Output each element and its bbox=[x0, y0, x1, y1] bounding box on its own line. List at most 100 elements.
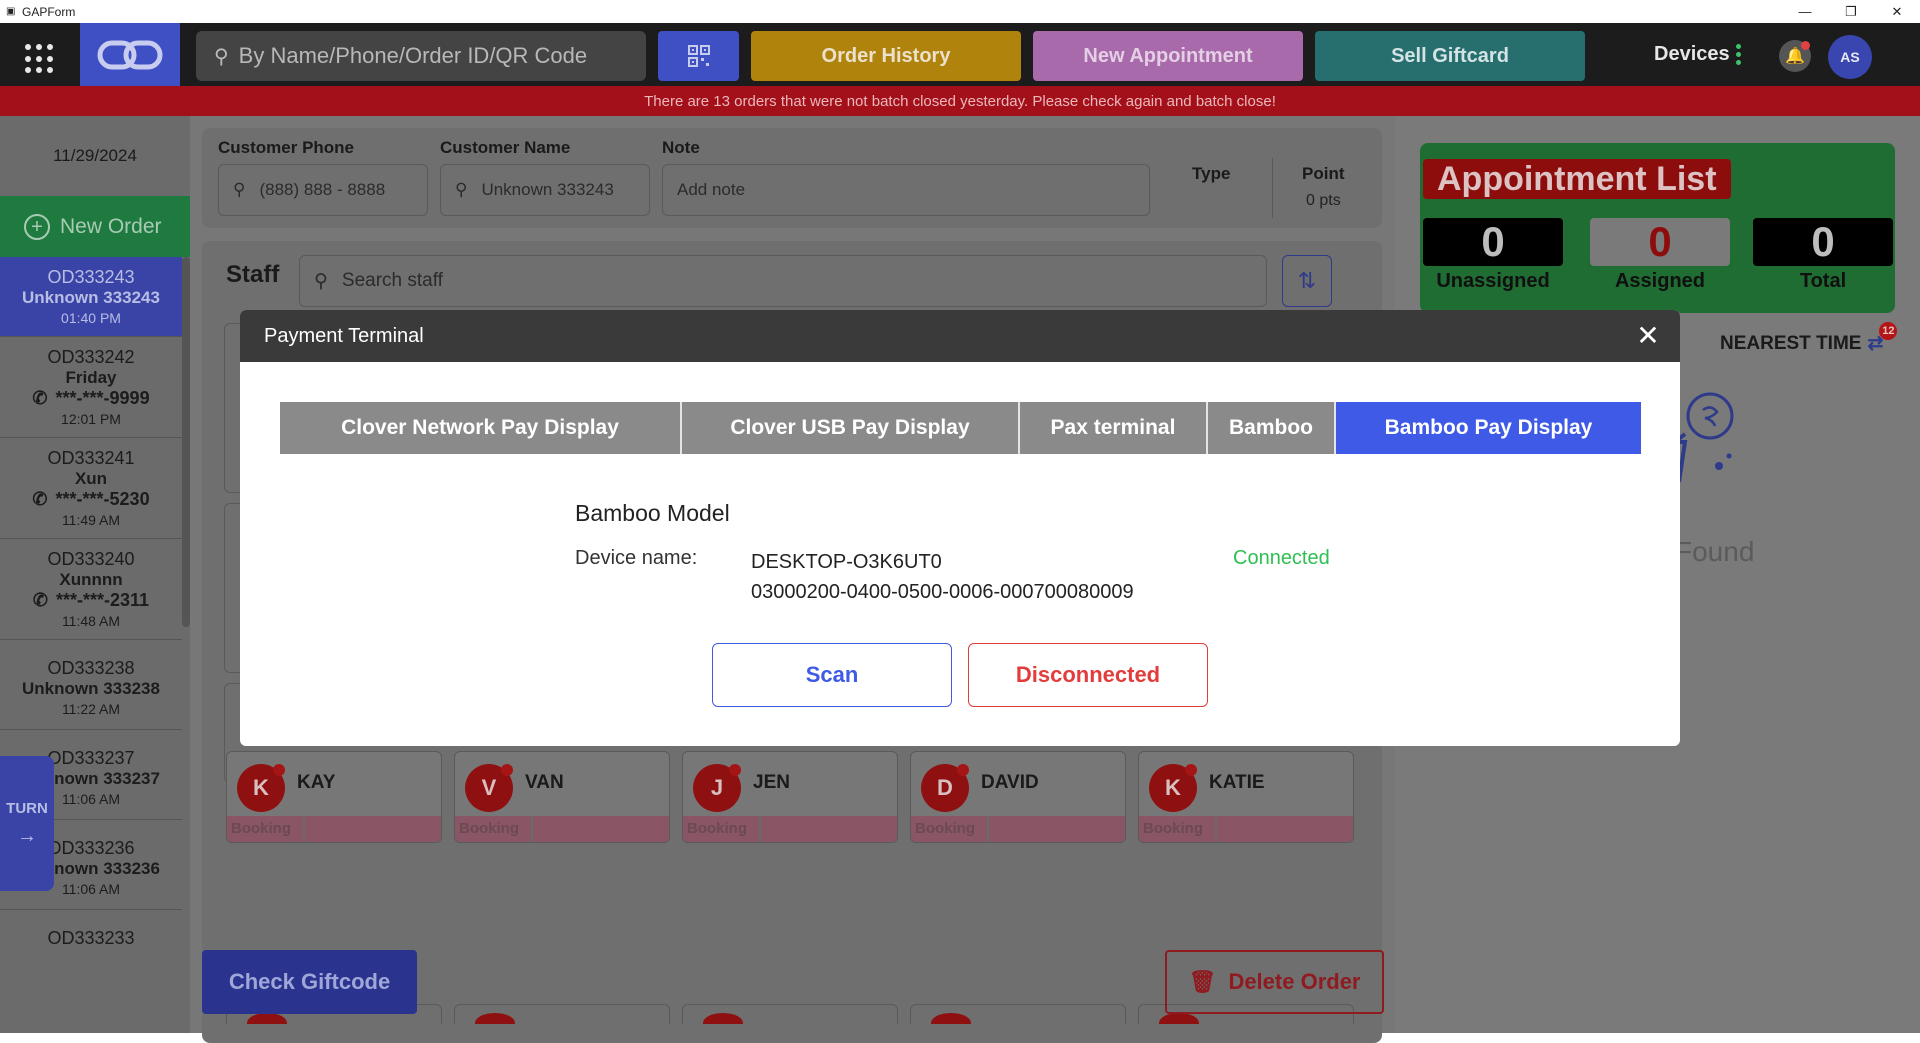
order-id: OD333240 bbox=[47, 549, 135, 569]
order-phone: ✆ ***-***-5230 bbox=[0, 489, 182, 510]
check-giftcode-button[interactable]: Check Giftcode bbox=[202, 950, 417, 1014]
assigned-stat[interactable]: 0 Assigned bbox=[1590, 218, 1730, 293]
phone-icon: ✆ bbox=[32, 489, 48, 509]
sell-giftcard-button[interactable]: Sell Giftcard bbox=[1315, 31, 1585, 81]
order-item[interactable]: OD333238 Unknown 333238 11:22 AM bbox=[0, 640, 182, 730]
payment-terminal-dialog: Payment Terminal ✕ Clover Network Pay Di… bbox=[240, 310, 1680, 746]
staff-card[interactable]: J JEN Booking bbox=[682, 751, 898, 843]
window-titlebar: ▣ GAPForm — ❐ ✕ bbox=[0, 0, 1920, 23]
customer-name-label: Customer Name bbox=[440, 138, 571, 157]
notification-bell-icon[interactable]: 🔔 bbox=[1779, 40, 1811, 72]
staff-search-input[interactable]: ⚲ Search staff bbox=[299, 255, 1267, 307]
new-order-button[interactable]: + New Order bbox=[0, 196, 190, 257]
qr-scan-button[interactable] bbox=[658, 31, 739, 81]
search-icon: ⚲ bbox=[455, 180, 468, 199]
booking-label: Booking bbox=[455, 816, 533, 842]
empty-state-text: Found bbox=[1675, 536, 1755, 567]
order-time: 12:01 PM bbox=[61, 411, 121, 427]
customer-name-input[interactable]: ⚲ Unknown 333243 bbox=[440, 164, 650, 216]
sidebar-date: 11/29/2024 bbox=[53, 146, 137, 165]
tab-bamboo-pay-display[interactable]: Bamboo Pay Display bbox=[1336, 402, 1641, 454]
order-id: OD333242 bbox=[47, 347, 135, 367]
staff-card[interactable]: D DAVID Booking bbox=[910, 751, 1126, 843]
app-logo-icon: ▣ bbox=[6, 5, 16, 17]
booking-bar: Booking bbox=[1139, 816, 1353, 842]
staff-search-placeholder: Search staff bbox=[341, 270, 443, 291]
device-id: 03000200-0400-0500-0006-000700080009 bbox=[751, 581, 1134, 603]
phone-icon: ✆ bbox=[32, 388, 48, 408]
booking-label: Booking bbox=[227, 816, 305, 842]
order-item[interactable]: OD333240 Xunnnn ✆ ***-***-2311 11:48 AM bbox=[0, 539, 182, 640]
scan-button[interactable]: Scan bbox=[712, 643, 952, 707]
status-dot bbox=[1185, 764, 1197, 776]
staff-title: Staff bbox=[226, 261, 280, 288]
order-customer-name: Friday bbox=[65, 368, 117, 387]
assigned-count: 0 bbox=[1590, 218, 1730, 266]
assigned-label: Assigned bbox=[1614, 270, 1706, 292]
user-avatar[interactable]: AS bbox=[1828, 35, 1872, 79]
order-item[interactable]: OD333241 Xun ✆ ***-***-5230 11:49 AM bbox=[0, 438, 182, 539]
staff-avatar: J bbox=[693, 764, 741, 812]
tab-bamboo[interactable]: Bamboo bbox=[1208, 402, 1336, 454]
delete-order-label: Delete Order bbox=[1228, 969, 1361, 994]
customer-phone-placeholder: (888) 888 - 8888 bbox=[259, 180, 386, 199]
staff-name: KAY bbox=[297, 772, 336, 793]
note-label: Note bbox=[662, 138, 700, 157]
unassigned-label: Unassigned bbox=[1436, 270, 1550, 292]
tab-pax-terminal[interactable]: Pax terminal bbox=[1020, 402, 1208, 454]
sort-staff-icon[interactable]: ⇅ bbox=[1282, 255, 1332, 307]
close-icon[interactable]: ✕ bbox=[1636, 322, 1660, 350]
brand-link-icon bbox=[97, 40, 163, 69]
order-phone-text: ***-***-5230 bbox=[55, 489, 150, 509]
turn-button[interactable]: TURN → bbox=[0, 756, 54, 891]
brand-logo[interactable] bbox=[80, 23, 180, 86]
device-name: DESKTOP-O3K6UT0 bbox=[751, 551, 942, 573]
tab-clover-usb[interactable]: Clover USB Pay Display bbox=[682, 402, 1020, 454]
unassigned-stat[interactable]: 0 Unassigned bbox=[1423, 218, 1563, 293]
restore-icon[interactable]: ❐ bbox=[1828, 0, 1874, 23]
order-item[interactable]: OD333243 Unknown 333243 01:40 PM bbox=[0, 257, 182, 337]
app-menu-grid-icon[interactable] bbox=[22, 41, 58, 77]
booking-bar: Booking bbox=[911, 816, 1125, 842]
order-phone: ✆ ***-***-9999 bbox=[0, 388, 182, 409]
new-appointment-button[interactable]: New Appointment bbox=[1033, 31, 1303, 81]
close-window-icon[interactable]: ✕ bbox=[1874, 0, 1920, 23]
window-title: GAPForm bbox=[22, 4, 76, 19]
staff-card-partial bbox=[682, 1004, 898, 1024]
staff-card[interactable]: K KATIE Booking bbox=[1138, 751, 1354, 843]
staff-card[interactable]: V VAN Booking bbox=[454, 751, 670, 843]
customer-phone-input[interactable]: ⚲ (888) 888 - 8888 bbox=[218, 164, 428, 216]
order-history-button[interactable]: Order History bbox=[751, 31, 1021, 81]
note-input[interactable]: Add note bbox=[662, 164, 1150, 216]
dialog-title: Payment Terminal bbox=[264, 324, 424, 347]
disconnect-button[interactable]: Disconnected bbox=[968, 643, 1208, 707]
staff-card[interactable]: K KAY Booking bbox=[226, 751, 442, 843]
order-sidebar: 11/29/2024 + New Order OD333243 Unknown … bbox=[0, 116, 190, 1033]
order-item[interactable]: OD333242 Friday ✆ ***-***-9999 12:01 PM bbox=[0, 337, 182, 438]
sidebar-scrollbar[interactable] bbox=[182, 257, 190, 627]
staff-name: VAN bbox=[525, 772, 564, 793]
delete-order-button[interactable]: 🗑 Delete Order bbox=[1165, 950, 1384, 1014]
global-search-input[interactable]: ⚲ By Name/Phone/Order ID/QR Code bbox=[196, 31, 646, 81]
new-order-label: New Order bbox=[60, 214, 162, 238]
booking-bar: Booking bbox=[227, 816, 441, 842]
order-id: OD333238 bbox=[47, 658, 135, 678]
tab-clover-network[interactable]: Clover Network Pay Display bbox=[280, 402, 682, 454]
search-icon: ⚲ bbox=[314, 270, 328, 292]
trash-icon: 🗑 bbox=[1188, 969, 1217, 994]
batch-close-warning-banner: There are 13 orders that were not batch … bbox=[0, 86, 1920, 116]
minimize-icon[interactable]: — bbox=[1782, 0, 1828, 23]
order-customer-name: Xun bbox=[74, 469, 108, 488]
devices-menu[interactable]: Devices bbox=[1654, 43, 1741, 66]
booking-label: Booking bbox=[911, 816, 989, 842]
appointment-list-card: Appointment List 0 Unassigned 0 Assigned… bbox=[1420, 143, 1895, 313]
staff-initial: K bbox=[253, 775, 269, 800]
top-header: ⚲ By Name/Phone/Order ID/QR Code Order H… bbox=[0, 23, 1920, 86]
total-stat[interactable]: 0 Total bbox=[1753, 218, 1893, 293]
nearest-time-sort[interactable]: NEAREST TIME ⇄ 12 bbox=[1720, 322, 1898, 355]
customer-info-panel: Customer Phone ⚲ (888) 888 - 8888 Custom… bbox=[202, 128, 1382, 228]
order-customer-name: Xunnnn bbox=[59, 570, 123, 589]
order-item[interactable]: OD333233 bbox=[0, 910, 182, 949]
order-customer-name: Unknown 333243 bbox=[22, 288, 160, 307]
staff-name: KATIE bbox=[1209, 772, 1265, 793]
